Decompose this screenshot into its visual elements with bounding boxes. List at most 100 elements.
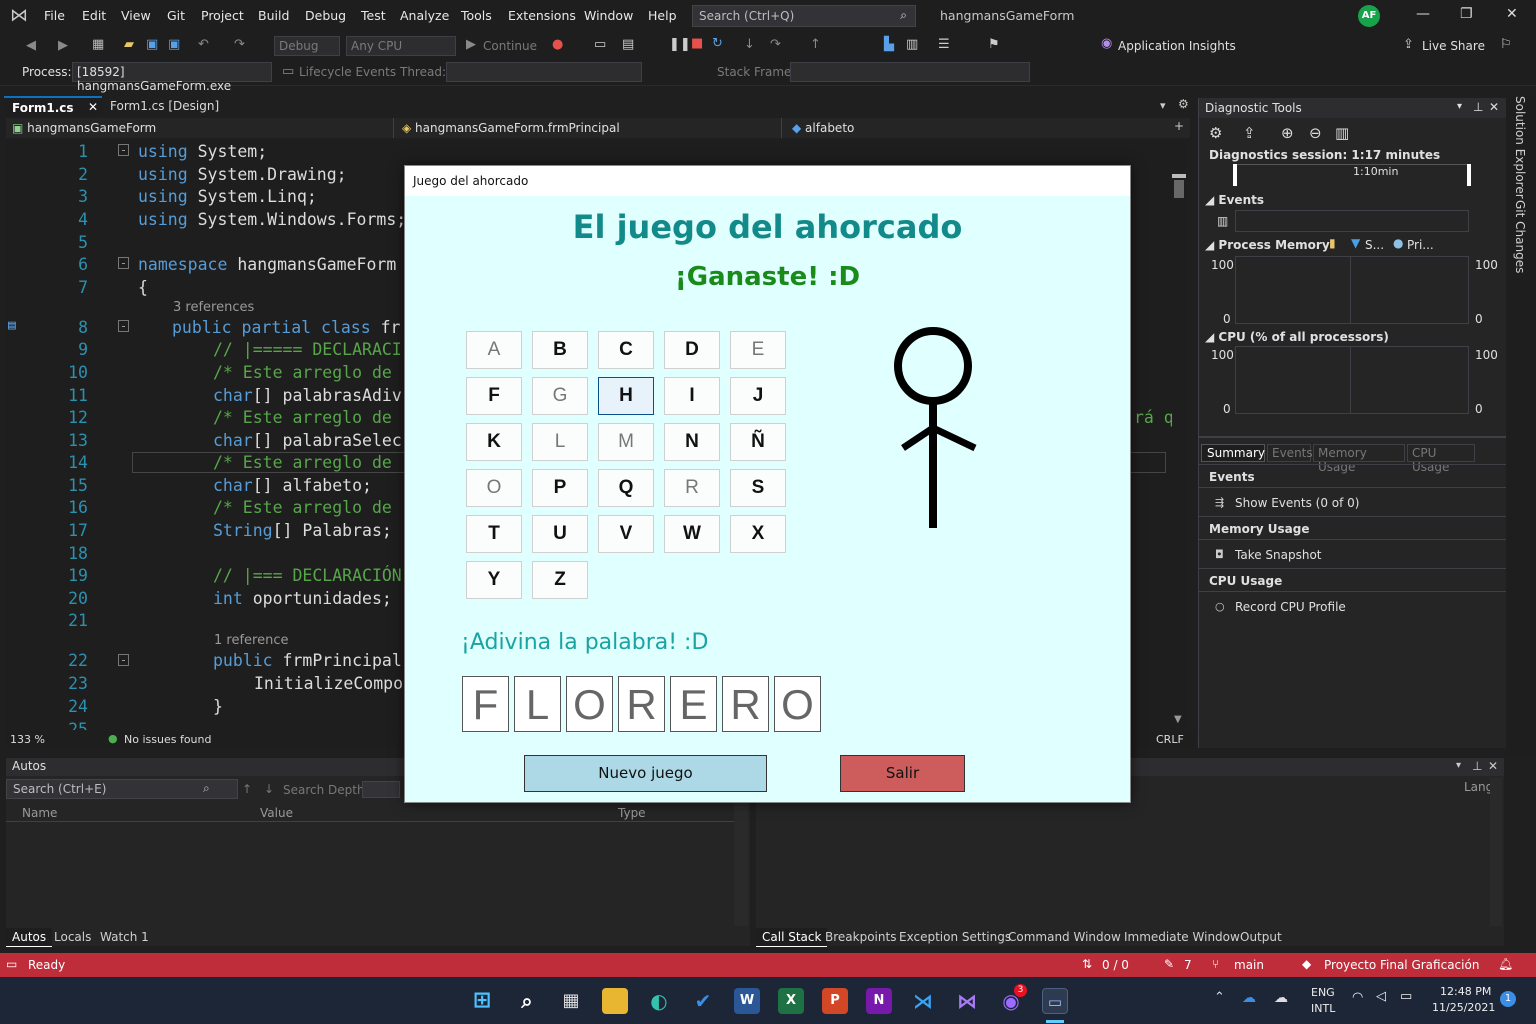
settings-icon[interactable]: ⚙	[1209, 124, 1222, 142]
avatar[interactable]: AF	[1358, 5, 1380, 27]
sync-status[interactable]: 0 / 0	[1102, 958, 1129, 972]
menu-analyze[interactable]: Analyze	[400, 8, 449, 23]
tab-autos[interactable]: Autos	[6, 928, 53, 947]
letter-key[interactable]: S	[730, 469, 786, 507]
tab-command-window[interactable]: Command Window	[1002, 928, 1127, 946]
configuration-dropdown[interactable]: Debug	[274, 36, 340, 56]
save-icon[interactable]: ▣	[146, 37, 158, 52]
thread-dropdown[interactable]	[446, 62, 642, 82]
letter-key[interactable]: J	[730, 377, 786, 415]
letter-key[interactable]: W	[664, 515, 720, 553]
clock-time[interactable]: 12:48 PM	[1440, 985, 1491, 998]
lifecycle-events-dropdown[interactable]: Lifecycle Events	[299, 65, 396, 79]
language-top[interactable]: ENG	[1311, 986, 1335, 999]
letter-key[interactable]: F	[466, 377, 522, 415]
settings-gear-icon[interactable]: ⚙	[1178, 97, 1189, 111]
menu-window[interactable]: Window	[584, 8, 633, 23]
letter-key[interactable]: L	[532, 423, 588, 461]
column-header-value[interactable]: Value	[260, 806, 293, 820]
column-header-language[interactable]: Lang	[1464, 780, 1493, 794]
columns-icon[interactable]: ▥	[906, 37, 918, 52]
layout-icon[interactable]: ▤	[622, 37, 634, 52]
member-dropdown[interactable]: ◆ alfabeto	[786, 118, 1166, 138]
letter-key[interactable]: R	[664, 469, 720, 507]
start-icon[interactable]: ⊞	[469, 988, 495, 1014]
letter-key[interactable]: Y	[466, 561, 522, 599]
menu-edit[interactable]: Edit	[82, 8, 106, 23]
breakpoint-icon[interactable]: ▙	[884, 37, 894, 52]
onedrive-icon[interactable]: ☁	[1242, 990, 1256, 1006]
collapse-icon[interactable]: -	[118, 144, 129, 156]
show-events-link[interactable]: Show Events (0 of 0)	[1235, 496, 1359, 510]
tab-events[interactable]: Events	[1267, 444, 1313, 462]
save-all-icon[interactable]: ▣	[168, 37, 180, 52]
letter-key[interactable]: D	[664, 331, 720, 369]
cpu-header[interactable]: ◢ CPU (% of all processors)	[1205, 330, 1389, 344]
menu-tools[interactable]: Tools	[461, 8, 492, 23]
collapse-icon[interactable]: -	[118, 320, 129, 332]
collapse-icon[interactable]: -	[118, 654, 129, 666]
timeline-ruler[interactable]	[1233, 164, 1471, 186]
git-changes-tab[interactable]: Git Changes	[1513, 200, 1527, 273]
chart-icon[interactable]: ▥	[1335, 124, 1349, 142]
tab-output[interactable]: Output	[1234, 928, 1288, 946]
back-icon[interactable]: ◀	[26, 38, 36, 53]
feedback-icon[interactable]: ⚐	[1500, 37, 1512, 52]
column-header-type[interactable]: Type	[618, 806, 646, 820]
events-header[interactable]: ◢ Events	[1205, 193, 1264, 207]
step-into-icon[interactable]: ↓	[744, 37, 755, 52]
letter-key[interactable]: Ñ	[730, 423, 786, 461]
line-ending[interactable]: CRLF	[1156, 733, 1184, 746]
zoom-in-icon[interactable]: ⊕	[1281, 124, 1294, 142]
continue-button[interactable]: Continue	[483, 39, 537, 53]
close-icon[interactable]: ✕	[1489, 100, 1499, 114]
scroll-down-icon[interactable]: ▼	[1174, 714, 1182, 725]
lightbulb-icon[interactable]: ◉	[1101, 36, 1112, 51]
autos-scrollbar[interactable]	[734, 802, 748, 926]
undo-icon[interactable]: ↶	[198, 37, 209, 52]
pending-edits[interactable]: 7	[1184, 958, 1192, 972]
application-insights-button[interactable]: Application Insights	[1118, 39, 1236, 53]
powerpoint-icon[interactable]: P	[822, 988, 848, 1014]
search-down-icon[interactable]: ↓	[264, 782, 274, 796]
volume-icon[interactable]: ◁	[1376, 989, 1386, 1004]
export-icon[interactable]: ⇪	[1243, 124, 1256, 142]
todo-icon[interactable]: ✔	[690, 988, 716, 1014]
menu-build[interactable]: Build	[258, 8, 289, 23]
zoom-out-icon[interactable]: ⊖	[1309, 124, 1322, 142]
callstack-scrollbar[interactable]	[1490, 778, 1502, 926]
battery-icon[interactable]: ▭	[1400, 989, 1412, 1004]
menu-project[interactable]: Project	[201, 8, 244, 23]
tab-locals[interactable]: Locals	[48, 928, 97, 946]
tab-breakpoints[interactable]: Breakpoints	[819, 928, 902, 946]
letter-key[interactable]: I	[664, 377, 720, 415]
record-cpu-profile-link[interactable]: Record CPU Profile	[1235, 600, 1346, 614]
menu-view[interactable]: View	[121, 8, 151, 23]
letter-key[interactable]: H	[598, 377, 654, 415]
tab-call-stack[interactable]: Call Stack	[756, 928, 828, 947]
letter-key[interactable]: Q	[598, 469, 654, 507]
new-game-button[interactable]: Nuevo juego	[524, 755, 767, 792]
live-share-button[interactable]: Live Share	[1422, 39, 1485, 53]
letter-key[interactable]: U	[532, 515, 588, 553]
letter-key[interactable]: A	[466, 331, 522, 369]
file-explorer-icon[interactable]	[602, 988, 628, 1014]
timeline-end-handle[interactable]	[1467, 164, 1471, 186]
tab-cpu-usage[interactable]: CPU Usage	[1407, 444, 1475, 474]
menu-git[interactable]: Git	[167, 8, 185, 23]
close-icon[interactable]: ✕	[1488, 759, 1498, 773]
codelens-references[interactable]: 1 reference	[214, 633, 288, 648]
step-over-icon[interactable]: ↷	[770, 37, 781, 52]
onenote-icon[interactable]: N	[866, 988, 892, 1014]
search-icon[interactable]: ⌕	[514, 988, 540, 1014]
attach-icon[interactable]: ▭	[594, 37, 606, 52]
cloud-icon[interactable]: ☁	[1274, 990, 1288, 1006]
running-app-icon[interactable]: ▭	[1042, 988, 1068, 1014]
scroll-thumb[interactable]	[1174, 180, 1184, 198]
editor-vertical-scrollbar[interactable]: ▼	[1172, 140, 1186, 730]
stop-icon[interactable]: ■	[691, 36, 703, 51]
wifi-icon[interactable]: ◠	[1352, 990, 1363, 1005]
tab-memory-usage[interactable]: Memory Usage	[1313, 444, 1405, 474]
letter-key[interactable]: N	[664, 423, 720, 461]
tab-watch-1[interactable]: Watch 1	[94, 928, 155, 946]
